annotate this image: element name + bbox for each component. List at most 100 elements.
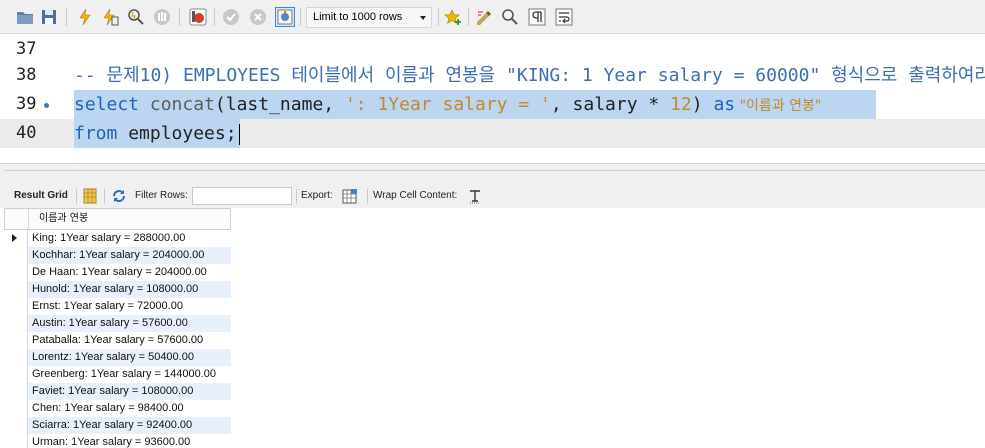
string-literal: ': 1Year salary = ' bbox=[344, 94, 551, 115]
table-row[interactable]: Greenberg: 1Year salary = 144000.00 bbox=[4, 366, 231, 383]
current-row-pointer-icon bbox=[12, 234, 17, 242]
function-concat: concat bbox=[149, 94, 215, 115]
table-row[interactable]: Pataballa: 1Year salary = 57600.00 bbox=[4, 332, 231, 349]
editor-line-40: 40 from employees; bbox=[0, 119, 985, 148]
toolbar-separator bbox=[300, 8, 301, 26]
sql-statement-select: select concat(last_name, ': 1Year salary… bbox=[74, 90, 821, 119]
toolbar-separator bbox=[76, 189, 77, 204]
line-number: 38 bbox=[16, 65, 37, 85]
table-cell[interactable]: De Haan: 1Year salary = 204000.00 bbox=[28, 264, 231, 281]
toolbar-separator bbox=[468, 8, 469, 26]
stop-icon[interactable] bbox=[153, 8, 171, 26]
code-args: , salary * bbox=[550, 94, 671, 115]
table-cell[interactable]: Lorentz: 1Year salary = 50400.00 bbox=[28, 349, 231, 366]
toolbar-separator bbox=[104, 189, 105, 204]
bookmark-star-icon[interactable] bbox=[444, 8, 462, 26]
keyword-from: from bbox=[74, 123, 118, 144]
commit-icon[interactable] bbox=[222, 8, 240, 26]
table-row[interactable]: De Haan: 1Year salary = 204000.00 bbox=[4, 264, 231, 281]
explain-icon[interactable] bbox=[127, 8, 145, 26]
code-args: (last_name, bbox=[214, 94, 345, 115]
autocommit-icon[interactable] bbox=[275, 7, 295, 27]
chevron-down-icon bbox=[420, 16, 426, 20]
table-cell[interactable]: Kochhar: 1Year salary = 204000.00 bbox=[28, 247, 231, 264]
row-header[interactable] bbox=[4, 383, 28, 400]
table-cell[interactable]: Sciarra: 1Year salary = 92400.00 bbox=[28, 417, 231, 434]
wrap-lines-icon[interactable] bbox=[555, 8, 573, 26]
rollback-icon[interactable] bbox=[249, 8, 267, 26]
save-icon[interactable] bbox=[40, 8, 58, 26]
table-row[interactable]: Sciarra: 1Year salary = 92400.00 bbox=[4, 417, 231, 434]
table-cell[interactable]: Pataballa: 1Year salary = 57600.00 bbox=[28, 332, 231, 349]
table-cell[interactable]: Greenberg: 1Year salary = 144000.00 bbox=[28, 366, 231, 383]
toolbar-separator bbox=[296, 189, 297, 204]
export-icon[interactable] bbox=[342, 188, 358, 204]
table-row[interactable]: Faviet: 1Year salary = 108000.00 bbox=[4, 383, 231, 400]
row-header[interactable] bbox=[4, 281, 28, 298]
table-row[interactable]: Chen: 1Year salary = 98400.00 bbox=[4, 400, 231, 417]
table-cell[interactable]: Chen: 1Year salary = 98400.00 bbox=[28, 400, 231, 417]
toolbar-separator bbox=[179, 8, 180, 26]
table-row[interactable]: Kochhar: 1Year salary = 204000.00 bbox=[4, 247, 231, 264]
row-header[interactable] bbox=[4, 247, 28, 264]
row-header[interactable] bbox=[4, 366, 28, 383]
keyword-as: as bbox=[713, 94, 736, 115]
keyword-select: select bbox=[74, 94, 140, 115]
result-grid[interactable]: 이름과 연봉 King: 1Year salary = 288000.00 Koc… bbox=[0, 208, 985, 448]
table-row[interactable]: Urman: 1Year salary = 93600.00 bbox=[4, 434, 231, 448]
limit-rows-select[interactable]: Limit to 1000 rows bbox=[306, 7, 432, 28]
result-toolbar: Result Grid Filter Rows: Export: Wrap Ce… bbox=[0, 184, 985, 208]
number-literal: 12 bbox=[670, 94, 692, 115]
row-header[interactable] bbox=[4, 400, 28, 417]
toolbar-separator bbox=[438, 8, 439, 26]
sql-editor[interactable]: 37 38 -- 문제10) EMPLOYEES 테이블에서 이름과 연봉을 "… bbox=[0, 35, 985, 163]
table-cell[interactable]: Ernst: 1Year salary = 72000.00 bbox=[28, 298, 231, 315]
toolbar-separator bbox=[66, 8, 67, 26]
execute-cursor-icon[interactable] bbox=[101, 8, 119, 26]
row-header[interactable] bbox=[4, 298, 28, 315]
toggle-error-icon[interactable] bbox=[189, 8, 207, 26]
table-row[interactable]: Austin: 1Year salary = 57600.00 bbox=[4, 315, 231, 332]
row-header[interactable] bbox=[4, 417, 28, 434]
refresh-icon[interactable] bbox=[111, 188, 127, 204]
table-cell[interactable]: King: 1Year salary = 288000.00 bbox=[28, 230, 231, 247]
row-header[interactable] bbox=[4, 264, 28, 281]
export-label: Export: bbox=[301, 190, 333, 201]
beautify-icon[interactable] bbox=[475, 8, 493, 26]
sql-statement-from: from employees; bbox=[74, 119, 237, 148]
folder-open-icon[interactable] bbox=[16, 8, 34, 26]
execute-icon[interactable] bbox=[76, 8, 94, 26]
row-header[interactable] bbox=[4, 230, 28, 247]
column-alias: "이름과 연봉" bbox=[735, 98, 822, 114]
row-header[interactable] bbox=[4, 434, 28, 448]
grid-rows: King: 1Year salary = 288000.00 Kochhar: 1… bbox=[4, 230, 231, 448]
filter-rows-input[interactable] bbox=[192, 187, 292, 205]
table-cell[interactable]: Urman: 1Year salary = 93600.00 bbox=[28, 434, 231, 448]
row-header[interactable] bbox=[4, 332, 28, 349]
table-row[interactable]: King: 1Year salary = 288000.00 bbox=[4, 230, 231, 247]
row-header[interactable] bbox=[4, 349, 28, 366]
find-icon[interactable] bbox=[501, 8, 519, 26]
code-paren: ) bbox=[691, 94, 714, 115]
table-row[interactable]: Ernst: 1Year salary = 72000.00 bbox=[4, 298, 231, 315]
row-header[interactable] bbox=[4, 315, 28, 332]
table-cell[interactable]: Hunold: 1Year salary = 108000.00 bbox=[28, 281, 231, 298]
panel-splitter[interactable] bbox=[0, 164, 985, 184]
table-row[interactable]: Hunold: 1Year salary = 108000.00 bbox=[4, 281, 231, 298]
toolbar-separator bbox=[214, 8, 215, 26]
wrap-cell-icon[interactable] bbox=[467, 188, 483, 204]
filter-rows-label: Filter Rows: bbox=[135, 190, 188, 201]
table-cell[interactable]: Austin: 1Year salary = 57600.00 bbox=[28, 315, 231, 332]
sql-comment: -- 문제10) EMPLOYEES 테이블에서 이름과 연봉을 "KING: … bbox=[74, 65, 985, 86]
table-row[interactable]: Lorentz: 1Year salary = 50400.00 bbox=[4, 349, 231, 366]
table-cell[interactable]: Faviet: 1Year salary = 108000.00 bbox=[28, 383, 231, 400]
result-grid-tab[interactable]: Result Grid bbox=[14, 190, 68, 202]
grid-header-row: 이름과 연봉 bbox=[4, 208, 231, 230]
editor-line-37: 37 bbox=[0, 35, 985, 64]
line-number: 37 bbox=[16, 39, 37, 59]
column-header[interactable]: 이름과 연봉 bbox=[39, 209, 88, 229]
invisible-chars-icon[interactable] bbox=[528, 8, 546, 26]
grid-view-icon[interactable] bbox=[82, 188, 98, 204]
line-number: 39 bbox=[16, 94, 37, 114]
editor-line-38: 38 -- 문제10) EMPLOYEES 테이블에서 이름과 연봉을 "KIN… bbox=[0, 61, 985, 90]
